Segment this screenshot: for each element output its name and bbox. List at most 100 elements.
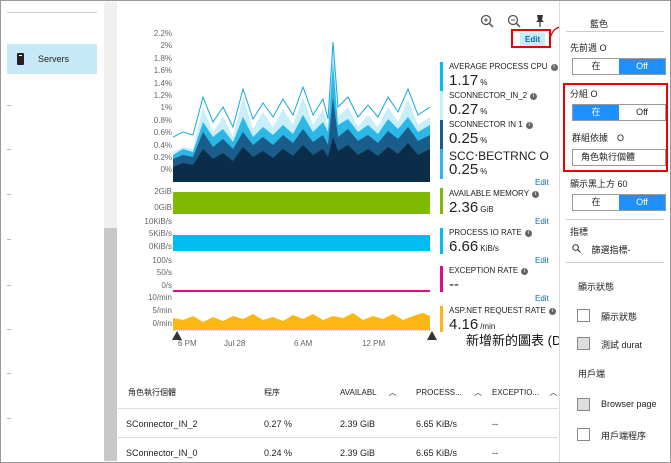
highlight-box [511,29,551,48]
scrollbar-thumb[interactable] [104,228,117,461]
column-header-exceptions[interactable]: EXCEPTIO... ︿ [492,387,557,398]
color-label: 藍色 [590,19,609,29]
cpu-axis-tick: 0.6% [153,128,172,138]
legend-name-exceptions: EXCEPTION RATE i [449,266,529,275]
nav-tick [7,373,11,374]
cpu-axis-tick: 0.8% [153,115,172,125]
panel-divider [566,31,664,32]
nav-tick [7,239,11,240]
group-off-option[interactable]: Off [619,105,665,120]
cell-instance: SConnector_IN_0 [126,448,198,458]
search-icon [572,244,584,255]
range-end-marker-icon[interactable] [427,331,437,340]
test-duration-checkbox[interactable] [577,337,590,350]
io-axis-bottom: 0KiB/s [148,242,172,251]
info-icon[interactable]: i [524,230,532,237]
nav-tick [7,418,11,419]
edit-link-io[interactable]: Edit [535,217,549,226]
cpu-axis-tick: 0% [160,165,172,175]
show-above-label: 顯示黑上方 60 [570,179,628,189]
io-area-chart [173,235,430,251]
nav-item-servers[interactable]: Servers [7,44,97,74]
info-icon[interactable]: i [550,64,558,71]
nav-tick [7,149,11,150]
legend-swatch-connector2 [440,91,443,121]
nav-item-servers-label: Servers [38,54,70,64]
legend-swatch-connector-c [440,149,443,179]
legend-value-cpu: 1.17% [449,72,488,89]
row-divider [118,437,558,438]
group-by-select[interactable]: 角色執行個體 [572,149,666,166]
legend-value-connector2: 0.27% [449,101,488,118]
panel-divider [566,219,664,220]
edit-link-requests[interactable]: Edit [535,294,549,303]
io-axis-mid: 5KiB/s [148,229,172,238]
legend-value-connector1: 0.25% [449,130,488,147]
column-header-available[interactable]: AVAILABL ︿ [340,387,397,398]
prev-week-toggle[interactable]: 在 Off [572,58,666,75]
edit-link-memory[interactable]: Edit [535,178,549,187]
cpu-axis-tick: 1.6% [153,66,172,76]
io-axis-top: 10KiB/s [144,217,172,226]
info-icon[interactable]: i [525,122,533,129]
group-toggle[interactable]: 在 Off [572,104,666,121]
add-chart-callout: 新增新的圖表 (D [466,330,562,349]
nav-tick [7,285,11,286]
legend-value-memory: 2.36 GiB [449,199,494,216]
cpu-axis-tick: 1.4% [153,78,172,88]
nav-tick [7,329,11,330]
show-above-off-option[interactable]: Off [619,195,665,210]
show-above-toggle[interactable]: 在 Off [572,194,666,211]
edit-link-exceptions[interactable]: Edit [535,256,549,265]
legend-name-memory: AVAILABLE MEMORY i [449,189,540,198]
metrics-chart-area: Edit 2.2% 2% 1.8% 1.6% 1.4% 1.2% 1% 0.8% 0.6% 0.4… [118,2,571,374]
nav-divider [7,12,97,13]
exception-line-chart [173,290,430,292]
column-header-process[interactable]: 程序 [264,387,280,398]
x-label-12pm: 12 PM [362,339,386,348]
group-on-option[interactable]: 在 [573,105,619,120]
column-header-instance[interactable]: 角色執行個體 [128,387,176,398]
cell-instance: SConnector_IN_2 [126,419,198,429]
zoom-in-icon[interactable] [480,14,494,31]
show-above-on-option[interactable]: 在 [573,195,619,210]
legend-name-requests: ASP.NET REQUEST RATE i [449,306,556,315]
prev-week-on-option[interactable]: 在 [573,59,619,74]
cell-exceptions: -- [492,448,498,458]
client-process-label: 用戶端程序 [601,431,647,441]
info-icon[interactable]: i [548,308,556,315]
client-process-checkbox[interactable] [577,428,590,441]
show-status-checkbox[interactable] [577,309,590,322]
server-icon [17,53,24,65]
request-axis-mid: 5/min [152,306,172,315]
info-icon[interactable]: i [521,268,529,275]
legend-value-exceptions: -- [449,276,459,293]
info-icon[interactable]: i [532,191,540,198]
left-navigation: Servers [1,1,109,462]
cell-available: 2.39 GiB [340,419,376,429]
prev-week-off-option[interactable]: Off [619,59,665,74]
info-icon[interactable]: i [530,93,538,100]
show-status-header: 顯示狀態 [578,282,615,292]
cell-available: 2.39 GiB [340,448,376,458]
memory-axis-bottom: 0GiB [154,203,172,212]
cell-process: 0.27 % [264,419,293,429]
browser-page-checkbox[interactable] [577,398,590,411]
x-label-jul28: Jul 28 [224,339,246,348]
memory-area-chart [173,192,430,214]
request-axis-top: 10/min [147,293,172,302]
legend-swatch-cpu [440,62,443,92]
panel-divider [566,262,664,263]
instances-grid: 角色執行個體 程序 AVAILABL ︿ PROCESS... ︿ EXCEPT… [118,375,558,463]
column-header-process-io[interactable]: PROCESS... ︿ [416,387,482,398]
nav-tick [7,194,11,195]
sort-chevron-icon: ︿ [388,388,397,397]
legend-swatch-connector1 [440,120,443,150]
request-axis-bottom: 0/min [152,319,172,328]
client-section-label: 用戶端 [578,369,606,379]
cpu-axis-tick: 0.2% [153,153,172,162]
metrics-filter[interactable]: 篩選指標- [572,243,631,256]
metrics-filter-placeholder: 篩選指標- [591,245,631,255]
cpu-axis-tick: 1.2% [153,91,172,100]
legend-name-connector2: SCONNECTOR_IN_2 i [449,91,538,100]
